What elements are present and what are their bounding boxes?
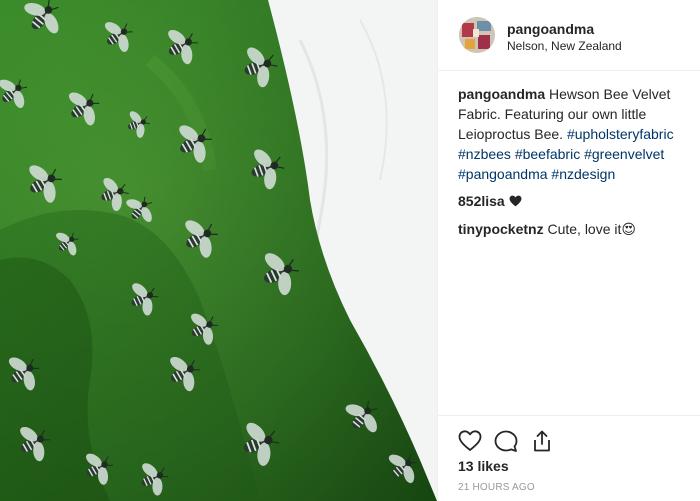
hashtag[interactable]: #beefabric <box>515 146 580 162</box>
comment-item: tinypocketnz Cute, love it😍 <box>458 219 690 239</box>
comments-list: pangoandma Hewson Bee Velvet Fabric. Fea… <box>458 84 690 239</box>
comment-item: 852lisa <box>458 191 690 212</box>
caption-username[interactable]: pangoandma <box>458 86 545 102</box>
post-timestamp[interactable]: 21 HOURS AGO <box>458 482 535 493</box>
comment-text: Cute, love it😍 <box>547 221 636 237</box>
like-count[interactable]: 13 likes <box>458 458 509 474</box>
post-header: pangoandma Nelson, New Zealand <box>438 0 700 71</box>
share-button[interactable] <box>529 428 555 454</box>
caption: pangoandma Hewson Bee Velvet Fabric. Fea… <box>458 84 690 184</box>
hashtag[interactable]: #greenvelvet <box>584 146 664 162</box>
bee-velvet-fabric-image <box>0 0 437 501</box>
like-button[interactable] <box>457 428 483 454</box>
avatar[interactable] <box>459 17 495 53</box>
comment-bubble-icon <box>494 430 518 452</box>
comment-username[interactable]: 852lisa <box>458 193 505 209</box>
post-details-panel: pangoandma Nelson, New Zealand pangoandm… <box>437 0 700 501</box>
heart-icon <box>509 192 522 212</box>
post-author-username[interactable]: pangoandma <box>507 21 594 37</box>
post-actions: 13 likes 21 HOURS AGO <box>438 415 700 501</box>
comment-button[interactable] <box>493 428 519 454</box>
heart-outline-icon <box>458 430 482 451</box>
post-location[interactable]: Nelson, New Zealand <box>507 39 622 53</box>
comment-username[interactable]: tinypocketnz <box>458 221 544 237</box>
hashtag[interactable]: #nzbees <box>458 146 511 162</box>
share-icon <box>534 430 550 452</box>
hashtag[interactable]: #upholsteryfabric <box>567 126 674 142</box>
hashtag[interactable]: #pangoandma <box>458 166 548 182</box>
hashtag[interactable]: #nzdesign <box>551 166 615 182</box>
post-photo[interactable] <box>0 0 437 501</box>
